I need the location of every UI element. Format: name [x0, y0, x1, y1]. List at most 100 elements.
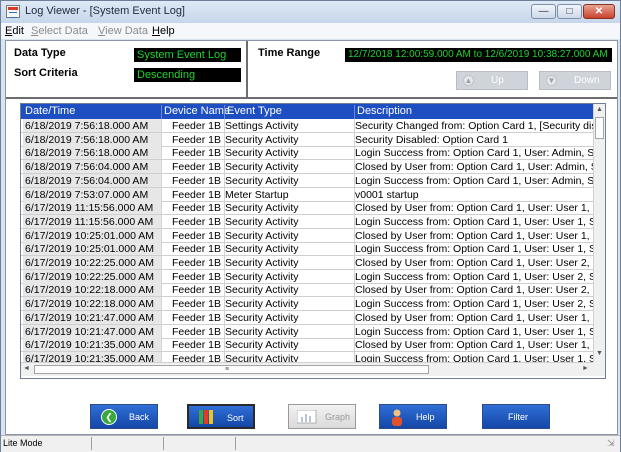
status-mode: Lite Mode [3, 437, 92, 450]
help-button[interactable]: Help [379, 404, 447, 429]
scroll-up-icon[interactable]: ▲ [596, 106, 603, 113]
menu-help-accel: H [152, 25, 160, 37]
cell-datetime: 6/17/2019 10:21:35.000 AM [23, 338, 161, 352]
filter-button[interactable]: Filter [482, 404, 550, 429]
cell-description: Login Success from: Option Card 1, User:… [355, 270, 593, 283]
menu-help[interactable]: Help [152, 25, 175, 37]
vertical-scrollbar[interactable]: ▲ ▼ [593, 104, 605, 362]
scroll-corner [593, 362, 605, 376]
cell-device-name: Feeder 1B [171, 215, 221, 228]
graph-button-label: Graph [325, 412, 351, 422]
table-row[interactable]: 6/17/2019 11:15:56.000 AM Feeder 1B Securi… [21, 214, 593, 229]
scroll-down-icon[interactable]: ▼ [596, 350, 603, 357]
minimize-button[interactable]: — [531, 4, 556, 19]
time-range-display: 12/7/2018 12:00:59.000 AM to 12/6/2019 1… [345, 48, 612, 62]
table-row[interactable]: 6/17/2019 10:21:47.000 AM Feeder 1B Securi… [21, 324, 593, 339]
cell-device-name: Feeder 1B [171, 174, 221, 187]
table-header: Date/Time Device Name Event Type Descrip… [21, 104, 593, 120]
title-bar[interactable]: Log Viewer - [System Event Log] — □ ✕ [1, 1, 620, 23]
scroll-right-icon[interactable]: ► [582, 365, 589, 372]
cell-event-type: Security Activity [225, 229, 299, 242]
header-divider-vertical [246, 41, 248, 97]
help-button-label: Help [416, 412, 435, 422]
cell-device-name: Feeder 1B [171, 202, 221, 215]
table-row[interactable]: 6/18/2019 7:53:07.000 AM Feeder 1B Meter S… [21, 187, 593, 202]
menu-view-data-label: iew Data [105, 25, 148, 37]
cell-description: Login Success from: Option Card 1, User:… [355, 215, 593, 228]
down-button[interactable]: ▼ Down [539, 71, 611, 90]
grid-line [224, 119, 225, 363]
cell-event-type: Meter Startup [225, 188, 289, 201]
cell-event-type: Security Activity [225, 270, 299, 283]
cell-datetime: 6/17/2019 10:22:18.000 AM [23, 297, 161, 311]
table-row[interactable]: 6/17/2019 10:21:47.000 AM Feeder 1B Securi… [21, 310, 593, 325]
table-row[interactable]: 6/18/2019 7:56:18.000 AM Feeder 1B Securit… [21, 132, 593, 147]
table-row[interactable]: 6/18/2019 7:56:18.000 AM Feeder 1B Securit… [21, 146, 593, 161]
cell-description: Closed by User from: Option Card 1, User… [355, 257, 593, 269]
cell-event-type: Security Activity [225, 202, 299, 215]
horizontal-scrollbar[interactable]: ◄ ≡ ► [21, 362, 593, 376]
back-button[interactable]: ❮ Back [90, 404, 158, 429]
status-pane-3 [165, 437, 236, 450]
cell-datetime: 6/18/2019 7:56:18.000 AM [23, 119, 161, 132]
status-bar: Lite Mode ⇲ [1, 435, 620, 452]
log-viewer-window: Log Viewer - [System Event Log] — □ ✕ Ed… [0, 0, 621, 452]
menu-view-data[interactable]: View Data [98, 25, 148, 37]
table-row[interactable]: 6/17/2019 10:22:18.000 AM Feeder 1B Securi… [21, 283, 593, 298]
cell-event-type: Security Activity [225, 257, 299, 269]
time-range-label: Time Range [258, 47, 321, 59]
cell-description: Closed by User from: Option Card 1, User… [355, 311, 593, 324]
column-header-description[interactable]: Description [357, 105, 412, 117]
event-log-table[interactable]: Date/Time Device Name Event Type Descrip… [20, 103, 606, 379]
up-button[interactable]: ▲ Up [456, 71, 528, 90]
table-row[interactable]: 6/17/2019 10:21:35.000 AM Feeder 1B Securi… [21, 338, 593, 353]
cell-device-name: Feeder 1B [171, 257, 221, 269]
sort-criteria-label: Sort Criteria [14, 67, 78, 79]
cell-device-name: Feeder 1B [171, 243, 221, 256]
window-title: Log Viewer - [System Event Log] [25, 5, 185, 17]
column-header-datetime[interactable]: Date/Time [25, 105, 75, 117]
menu-help-label: elp [159, 25, 175, 37]
cell-event-type: Security Activity [225, 325, 299, 338]
cell-datetime: 6/18/2019 7:56:04.000 AM [23, 173, 161, 187]
cell-datetime: 6/18/2019 7:56:18.000 AM [23, 132, 161, 146]
grid-line [161, 119, 162, 363]
vertical-scroll-thumb[interactable] [595, 117, 604, 139]
cell-device-name: Feeder 1B [171, 147, 221, 160]
close-button[interactable]: ✕ [583, 4, 615, 19]
app-icon[interactable] [6, 5, 20, 18]
table-row[interactable]: 6/17/2019 10:22:25.000 AM Feeder 1B Securi… [21, 256, 593, 270]
cell-description: Closed by User from: Option Card 1, User… [355, 229, 593, 242]
down-arrow-icon: ▼ [546, 75, 557, 86]
cell-datetime: 6/17/2019 10:25:01.000 AM [23, 242, 161, 256]
sort-button[interactable]: Sort [187, 404, 255, 429]
table-row[interactable]: 6/17/2019 10:25:01.000 AM Feeder 1B Securi… [21, 228, 593, 243]
cell-description: Login Success from: Option Card 1, User:… [355, 325, 593, 338]
table-row[interactable]: 6/17/2019 10:22:25.000 AM Feeder 1B Securi… [21, 269, 593, 284]
sort-button-label: Sort [227, 413, 244, 423]
scroll-left-icon[interactable]: ◄ [23, 365, 30, 372]
table-row[interactable]: 6/17/2019 11:15:56.000 AM Feeder 1B Securi… [21, 201, 593, 216]
table-row[interactable]: 6/18/2019 7:56:18.000 AM Feeder 1B Setting… [21, 119, 593, 133]
cell-datetime: 6/17/2019 10:22:25.000 AM [23, 269, 161, 283]
table-row[interactable]: 6/18/2019 7:56:04.000 AM Feeder 1B Securit… [21, 173, 593, 188]
menu-select-data[interactable]: Select Data [31, 25, 88, 37]
maximize-button[interactable]: □ [557, 4, 582, 19]
cell-description: Closed by User from: Option Card 1, User… [355, 202, 593, 215]
column-divider [224, 105, 225, 120]
data-type-display: System Event Log [134, 48, 241, 62]
cell-event-type: Security Activity [225, 298, 299, 311]
cell-event-type: Security Activity [225, 133, 299, 146]
column-header-event-type[interactable]: Event Type [227, 105, 282, 117]
cell-device-name: Feeder 1B [171, 339, 221, 352]
data-type-label: Data Type [14, 47, 66, 59]
resize-grip-icon[interactable]: ⇲ [607, 438, 615, 449]
column-header-device-name[interactable]: Device Name [164, 105, 230, 117]
table-row[interactable]: 6/18/2019 7:56:04.000 AM Feeder 1B Securit… [21, 160, 593, 175]
horizontal-scroll-thumb[interactable]: ≡ [34, 365, 429, 374]
table-row[interactable]: 6/17/2019 10:25:01.000 AM Feeder 1B Securi… [21, 242, 593, 257]
cell-datetime: 6/17/2019 11:15:56.000 AM [23, 201, 161, 215]
graph-button[interactable]: Graph [288, 404, 356, 429]
menu-edit[interactable]: Edit [5, 25, 24, 37]
table-row[interactable]: 6/17/2019 10:22:18.000 AM Feeder 1B Securi… [21, 297, 593, 312]
